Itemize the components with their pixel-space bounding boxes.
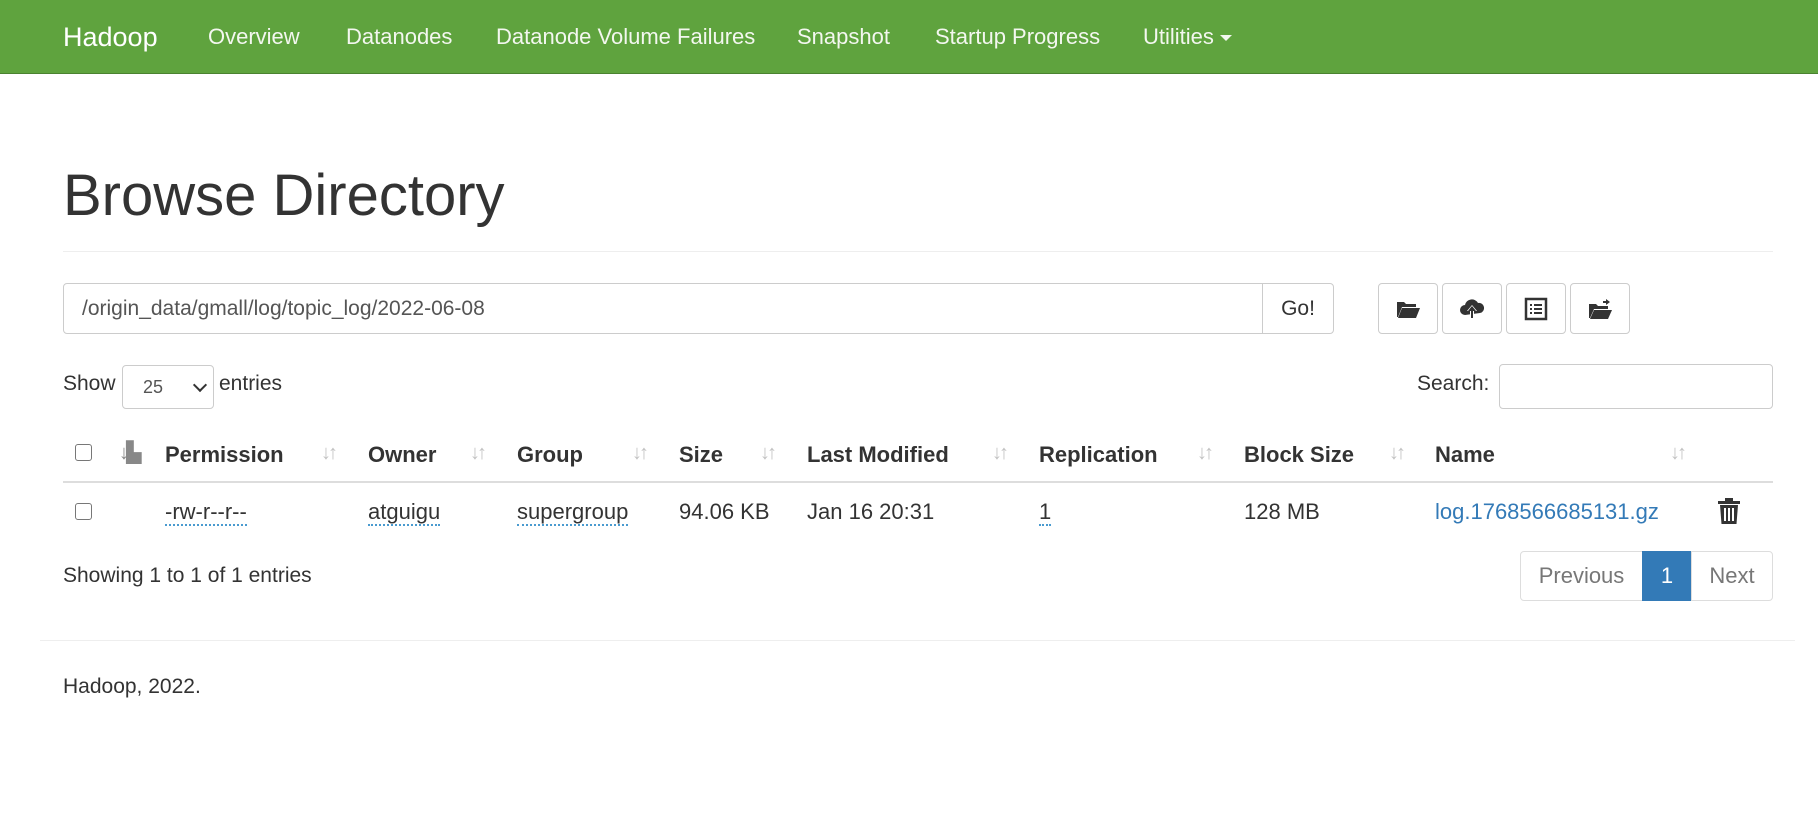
trash-icon[interactable]: [1716, 497, 1742, 525]
sort-icon[interactable]: ↓↑: [632, 441, 649, 465]
sort-icon[interactable]: ↓↑: [1670, 441, 1687, 465]
folder-move-icon: [1589, 298, 1612, 319]
column-header-size[interactable]: Size: [679, 440, 723, 470]
brand-link[interactable]: Hadoop: [63, 0, 158, 74]
sort-icon[interactable]: ↓↑: [321, 441, 338, 465]
group-cell[interactable]: supergroup: [517, 499, 629, 526]
sort-icon[interactable]: ↓↑: [760, 441, 777, 465]
replication-cell[interactable]: 1: [1039, 499, 1052, 526]
sort-icon[interactable]: ↓↑: [1389, 441, 1406, 465]
entries-selected-value: 25: [143, 377, 164, 397]
top-navbar: Hadoop Overview Datanodes Datanode Volum…: [0, 0, 1818, 74]
select-all-checkbox[interactable]: [75, 444, 92, 461]
nav-snapshot[interactable]: Snapshot: [797, 0, 890, 74]
nav-datanode-volume-failures[interactable]: Datanode Volume Failures: [496, 0, 755, 74]
entries-label: entries: [219, 372, 283, 395]
folder-open-icon: [1397, 301, 1420, 318]
sort-icon[interactable]: ↓↑: [470, 441, 487, 465]
column-header-replication[interactable]: Replication: [1039, 440, 1158, 470]
title-divider: [63, 251, 1773, 252]
previous-page-button[interactable]: Previous: [1520, 551, 1643, 601]
column-header-group[interactable]: Group: [517, 440, 583, 470]
entries-per-page-select[interactable]: 25: [122, 365, 214, 409]
column-header-name[interactable]: Name: [1435, 440, 1495, 470]
table-header-divider: [63, 481, 1773, 483]
file-name-link[interactable]: log.1768566685131.gz: [1435, 497, 1659, 527]
nav-datanodes[interactable]: Datanodes: [346, 0, 452, 74]
column-header-block-size[interactable]: Block Size: [1244, 440, 1354, 470]
nav-overview[interactable]: Overview: [208, 0, 300, 74]
column-header-permission[interactable]: Permission: [165, 440, 284, 470]
last-modified-cell: Jan 16 20:31: [807, 499, 935, 524]
column-header-owner[interactable]: Owner: [368, 440, 436, 470]
chevron-down-icon: [192, 377, 208, 393]
nav-utilities-label: Utilities: [1143, 24, 1214, 49]
table-info: Showing 1 to 1 of 1 entries: [63, 564, 312, 587]
go-button[interactable]: Go!: [1262, 283, 1334, 334]
footer-text: Hadoop, 2022.: [63, 675, 201, 698]
sort-icon[interactable]: ↓↑: [1197, 441, 1214, 465]
permission-cell[interactable]: -rw-r--r--: [165, 499, 247, 526]
paste-button[interactable]: [1570, 283, 1630, 334]
next-page-button[interactable]: Next: [1691, 551, 1773, 601]
create-directory-button[interactable]: [1378, 283, 1438, 334]
cloud-upload-icon: [1460, 298, 1485, 318]
column-header-last-modified[interactable]: Last Modified: [807, 440, 949, 470]
nav-utilities-dropdown[interactable]: Utilities: [1143, 0, 1232, 74]
directory-path-input[interactable]: [63, 283, 1263, 334]
page-1-button[interactable]: 1: [1642, 551, 1692, 601]
show-label: Show: [63, 372, 116, 395]
block-size-cell: 128 MB: [1244, 499, 1320, 524]
row-select-checkbox[interactable]: [75, 503, 92, 520]
caret-down-icon: [1219, 35, 1232, 42]
sort-ascending-icon[interactable]: ↓▙: [119, 441, 141, 465]
upload-files-button[interactable]: [1442, 283, 1502, 334]
sort-icon[interactable]: ↓↑: [992, 441, 1009, 465]
search-input[interactable]: [1499, 364, 1773, 409]
size-cell: 94.06 KB: [679, 499, 770, 524]
footer-divider: [40, 640, 1795, 641]
list-alt-icon: [1524, 297, 1548, 320]
owner-cell[interactable]: atguigu: [368, 499, 441, 526]
search-label: Search:: [1417, 372, 1490, 395]
cut-paste-list-button[interactable]: [1506, 283, 1566, 334]
nav-startup-progress[interactable]: Startup Progress: [935, 0, 1100, 74]
page-title: Browse Directory: [63, 163, 505, 228]
